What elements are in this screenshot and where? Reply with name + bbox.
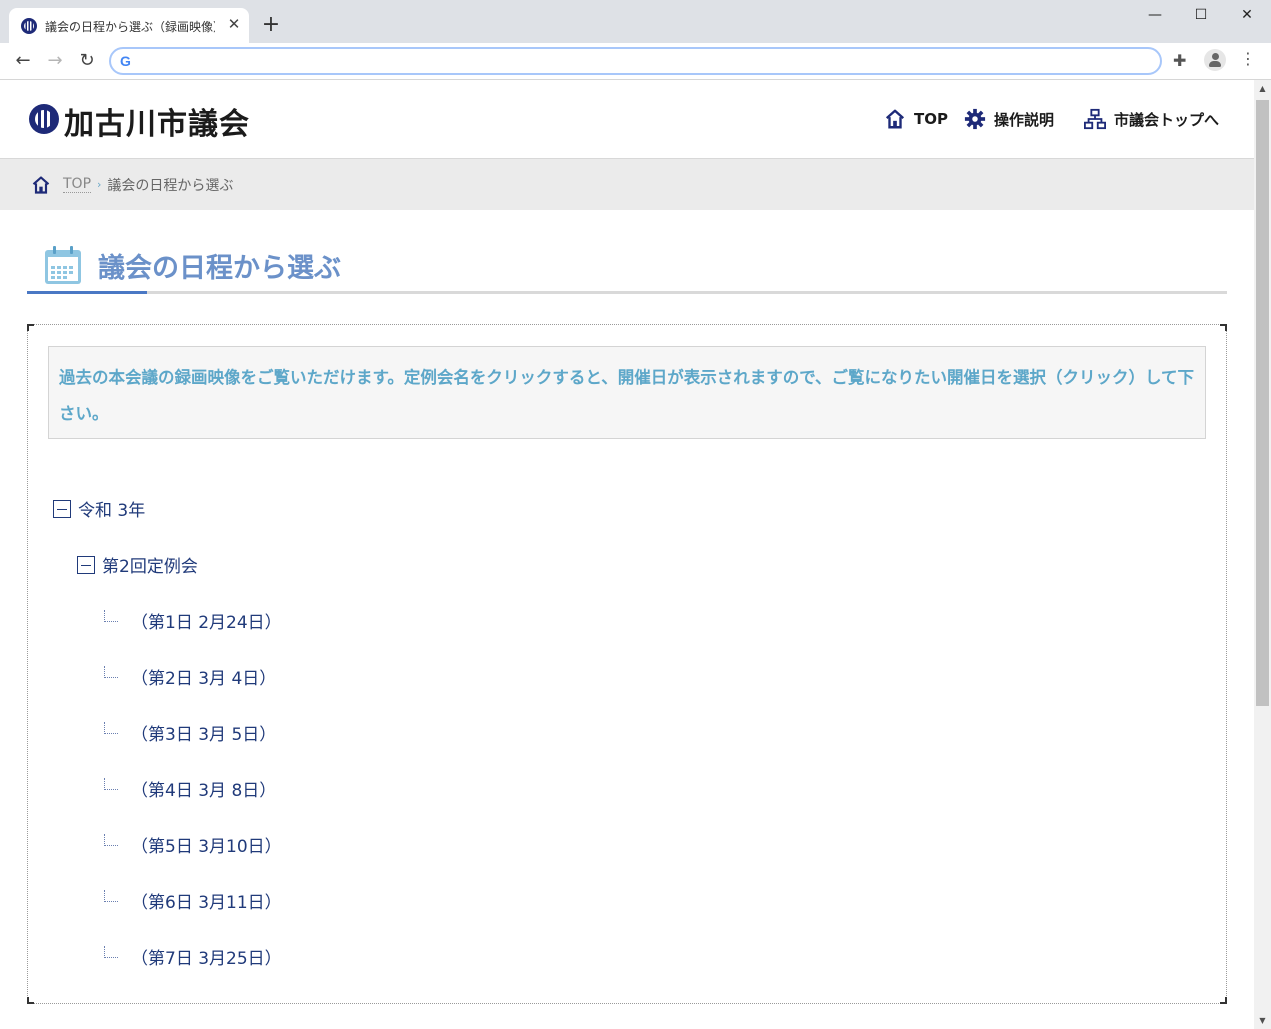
tree-connector: [104, 609, 118, 622]
tree-connector: [104, 833, 118, 846]
browser-tab[interactable]: 議会の日程から選ぶ（録画映像） ✕: [9, 8, 249, 43]
window-minimize-button[interactable]: —: [1140, 4, 1170, 26]
title-accent-underline: [27, 291, 147, 294]
tree-day-item[interactable]: （第4日 3月 8日）: [104, 776, 276, 801]
site-favicon-icon: [21, 18, 37, 34]
day-link[interactable]: （第7日 3月25日）: [131, 944, 282, 969]
page-viewport: 加古川市議会 TOP 操作説明 市議会トップへ TOP › 議会の日程から選ぶ …: [0, 80, 1254, 1029]
scrollbar-thumb[interactable]: [1256, 100, 1269, 706]
tree-connector: [104, 889, 118, 902]
breadcrumb-home-icon[interactable]: [31, 175, 51, 195]
breadcrumb-top-link[interactable]: TOP: [63, 176, 92, 193]
forward-arrow-icon[interactable]: →: [43, 49, 67, 73]
header-nav-council-top-label: 市議会トップへ: [1114, 110, 1220, 129]
tree-year-label[interactable]: 令和 3年: [78, 496, 145, 521]
tree-day-item[interactable]: （第6日 3月11日）: [104, 888, 282, 913]
tab-title: 議会の日程から選ぶ（録画映像）: [45, 20, 215, 34]
scroll-up-arrow-icon[interactable]: ▲: [1254, 80, 1271, 97]
vertical-scrollbar[interactable]: ▲ ▼: [1254, 80, 1271, 1029]
instruction-notice: 過去の本会議の録画映像をご覧いただけます。定例会名をクリックすると、開催日が表示…: [48, 346, 1206, 439]
day-link[interactable]: （第3日 3月 5日）: [131, 720, 276, 745]
browser-toolbar: ← → ↻ G ✚ ⋮: [0, 43, 1271, 80]
site-logo-text[interactable]: 加古川市議会: [64, 99, 250, 143]
tree-connector: [104, 721, 118, 734]
page-title-bar: 議会の日程から選ぶ: [27, 240, 1227, 294]
collapse-minus-icon[interactable]: [77, 555, 95, 574]
extensions-puzzle-icon[interactable]: ✚: [1173, 51, 1186, 70]
window-maximize-button[interactable]: ☐: [1186, 4, 1216, 26]
frame-corner: [27, 997, 34, 1004]
tree-day-item[interactable]: （第1日 2月24日）: [104, 608, 282, 633]
home-icon: [885, 109, 905, 129]
window-close-button[interactable]: ✕: [1232, 4, 1262, 26]
site-header: 加古川市議会 TOP 操作説明 市議会トップへ: [0, 80, 1254, 158]
tree-node-session[interactable]: 第2回定例会: [77, 552, 198, 577]
gear-icon: [964, 108, 986, 130]
day-link[interactable]: （第6日 3月11日）: [131, 888, 282, 913]
profile-avatar-icon[interactable]: [1204, 49, 1226, 71]
page-title: 議会の日程から選ぶ: [98, 253, 341, 284]
frame-corner: [1220, 324, 1227, 331]
city-emblem-icon[interactable]: [29, 104, 59, 134]
google-icon: G: [120, 53, 131, 69]
tree-connector: [104, 777, 118, 790]
tree-session-label[interactable]: 第2回定例会: [102, 552, 198, 577]
tree-day-item[interactable]: （第2日 3月 4日）: [104, 664, 276, 689]
browser-tab-strip: 議会の日程から選ぶ（録画映像） ✕ + — ☐ ✕: [0, 0, 1271, 43]
content-frame: 過去の本会議の録画映像をご覧いただけます。定例会名をクリックすると、開催日が表示…: [27, 324, 1227, 1004]
breadcrumb-current: 議会の日程から選ぶ: [107, 177, 234, 194]
header-nav-top-label: TOP: [914, 110, 948, 128]
tree-connector: [104, 945, 118, 958]
calendar-icon: [45, 246, 81, 284]
tab-close-icon[interactable]: ✕: [225, 15, 243, 33]
frame-corner: [1220, 997, 1227, 1004]
scroll-down-arrow-icon[interactable]: ▼: [1254, 1012, 1271, 1029]
back-arrow-icon[interactable]: ←: [11, 49, 35, 73]
day-link[interactable]: （第1日 2月24日）: [131, 608, 282, 633]
tree-day-item[interactable]: （第7日 3月25日）: [104, 944, 282, 969]
collapse-minus-icon[interactable]: [53, 499, 71, 518]
tree-connector: [104, 665, 118, 678]
tree-day-item[interactable]: （第3日 3月 5日）: [104, 720, 276, 745]
tree-day-item[interactable]: （第5日 3月10日）: [104, 832, 282, 857]
address-bar[interactable]: G: [109, 47, 1162, 75]
day-link[interactable]: （第2日 3月 4日）: [131, 664, 276, 689]
header-nav-help-label: 操作説明: [994, 110, 1055, 129]
breadcrumb: TOP › 議会の日程から選ぶ: [0, 158, 1254, 210]
browser-menu-icon[interactable]: ⋮: [1240, 49, 1256, 68]
reload-icon[interactable]: ↻: [75, 49, 99, 73]
header-nav-top[interactable]: TOP: [884, 107, 948, 131]
frame-corner: [27, 324, 34, 331]
new-tab-button[interactable]: +: [259, 13, 283, 37]
header-nav-help[interactable]: 操作説明: [964, 107, 1054, 131]
header-nav-council-top[interactable]: 市議会トップへ: [1084, 107, 1219, 131]
breadcrumb-separator: ›: [97, 178, 102, 191]
sitemap-icon: [1084, 108, 1106, 130]
day-link[interactable]: （第5日 3月10日）: [131, 832, 282, 857]
tree-node-year[interactable]: 令和 3年: [53, 496, 145, 521]
day-link[interactable]: （第4日 3月 8日）: [131, 776, 276, 801]
